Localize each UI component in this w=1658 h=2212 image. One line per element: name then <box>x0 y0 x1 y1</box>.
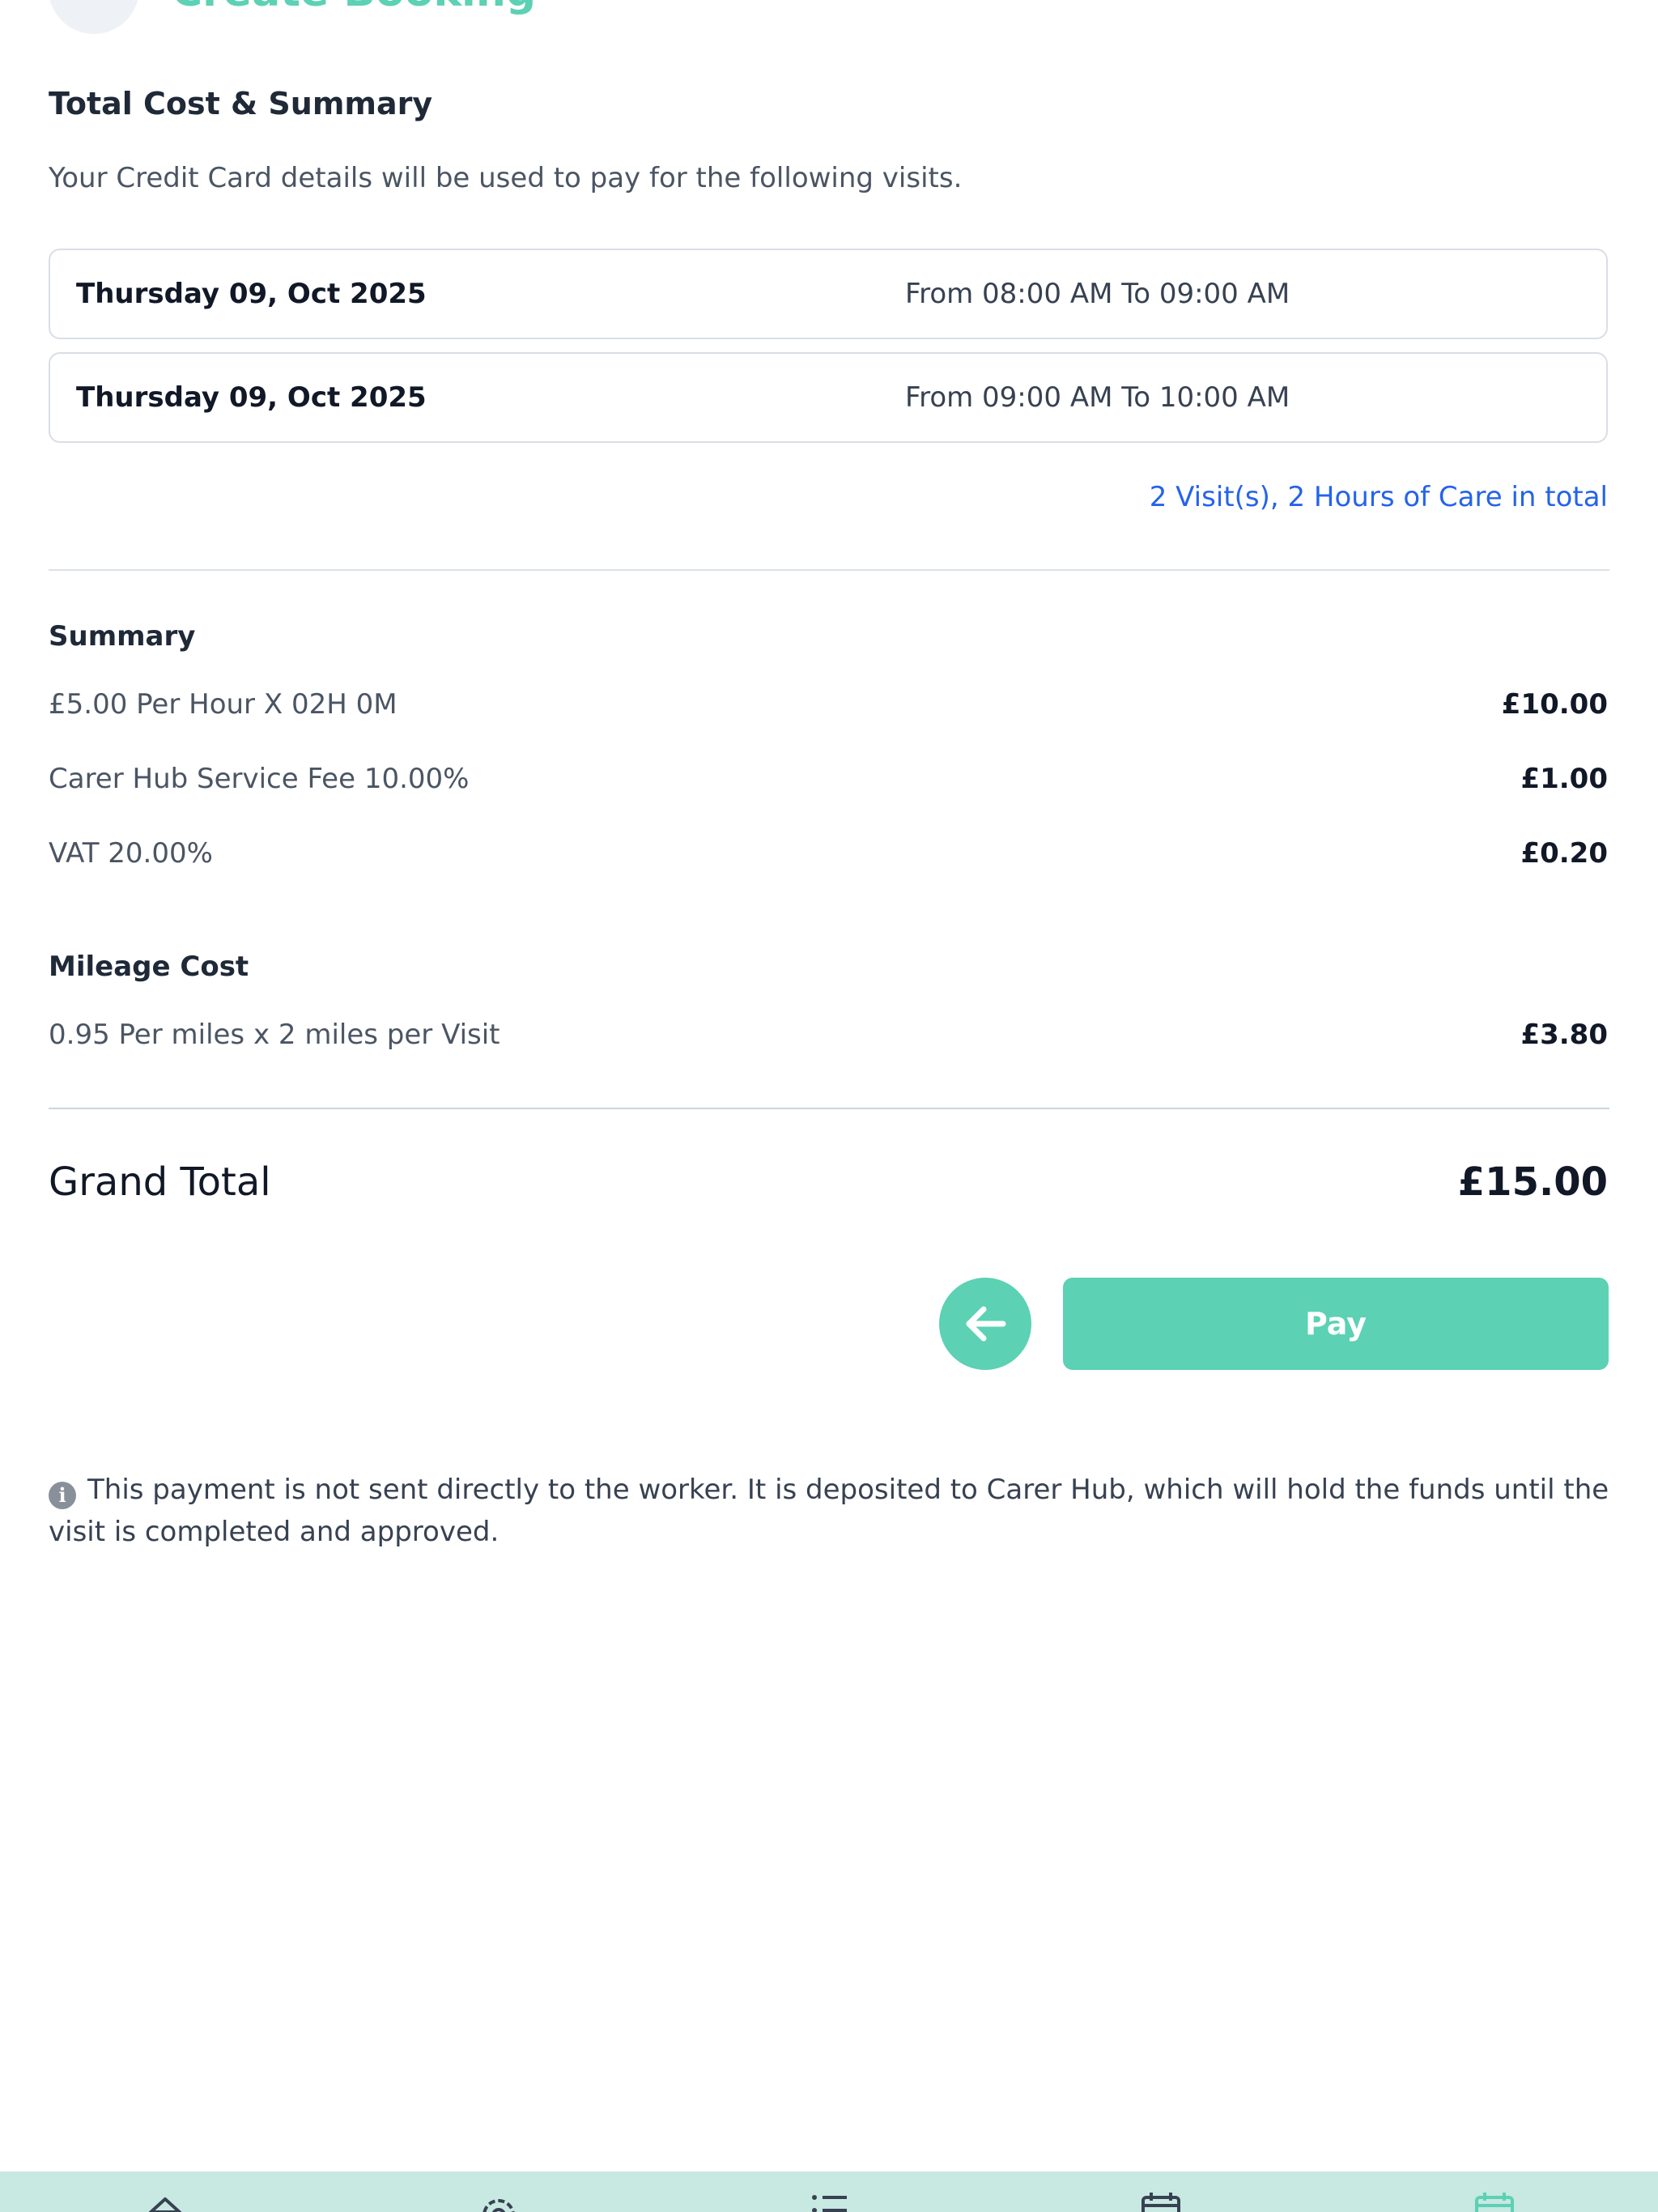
visit-row: Thursday 09, Oct 2025 From 09:00 AM To 1… <box>49 352 1608 443</box>
info-icon: i <box>49 1482 76 1509</box>
mileage-value: £3.80 <box>1520 1019 1608 1051</box>
visit-time: From 09:00 AM To 10:00 AM <box>905 381 1290 414</box>
intro-text: Your Credit Card details will be used to… <box>49 162 963 194</box>
back-button[interactable] <box>49 0 139 34</box>
divider <box>49 569 1609 571</box>
visit-time: From 08:00 AM To 09:00 AM <box>905 278 1290 310</box>
grand-total-value: £15.00 <box>1457 1159 1608 1205</box>
visits-total: 2 Visit(s), 2 Hours of Care in total <box>1149 481 1608 513</box>
previous-step-button[interactable] <box>939 1278 1031 1370</box>
bottom-tab-bar <box>0 2172 1658 2212</box>
arrow-left-icon <box>966 1306 1006 1342</box>
hourly-rate-label: £5.00 Per Hour X 02H 0M <box>49 688 397 721</box>
list-icon[interactable] <box>806 2191 855 2212</box>
payment-note-text: This payment is not sent directly to the… <box>49 1474 1609 1548</box>
visit-date: Thursday 09, Oct 2025 <box>76 278 427 310</box>
payment-note: i This payment is not sent directly to th… <box>49 1469 1611 1553</box>
grand-total-label: Grand Total <box>49 1159 271 1205</box>
header: Create Booking <box>0 0 1658 49</box>
visit-date: Thursday 09, Oct 2025 <box>76 381 427 414</box>
vat-value: £0.20 <box>1520 837 1608 870</box>
calendar-active-icon[interactable] <box>1470 2191 1519 2212</box>
vat-label: VAT 20.00% <box>49 837 213 870</box>
service-fee-value: £1.00 <box>1520 763 1608 795</box>
home-icon[interactable] <box>141 2191 189 2212</box>
calendar-icon[interactable] <box>1137 2191 1185 2212</box>
hourly-rate-value: £10.00 <box>1501 688 1608 721</box>
pay-button[interactable]: Pay <box>1063 1278 1609 1370</box>
visit-row: Thursday 09, Oct 2025 From 08:00 AM To 0… <box>49 249 1608 339</box>
gear-icon[interactable] <box>474 2191 523 2212</box>
mileage-heading: Mileage Cost <box>49 951 249 983</box>
section-title: Total Cost & Summary <box>49 86 433 121</box>
page-title: Create Booking <box>172 0 536 16</box>
divider <box>49 1108 1609 1109</box>
mileage-label: 0.95 Per miles x 2 miles per Visit <box>49 1019 500 1051</box>
summary-heading: Summary <box>49 620 196 653</box>
service-fee-label: Carer Hub Service Fee 10.00% <box>49 763 470 795</box>
